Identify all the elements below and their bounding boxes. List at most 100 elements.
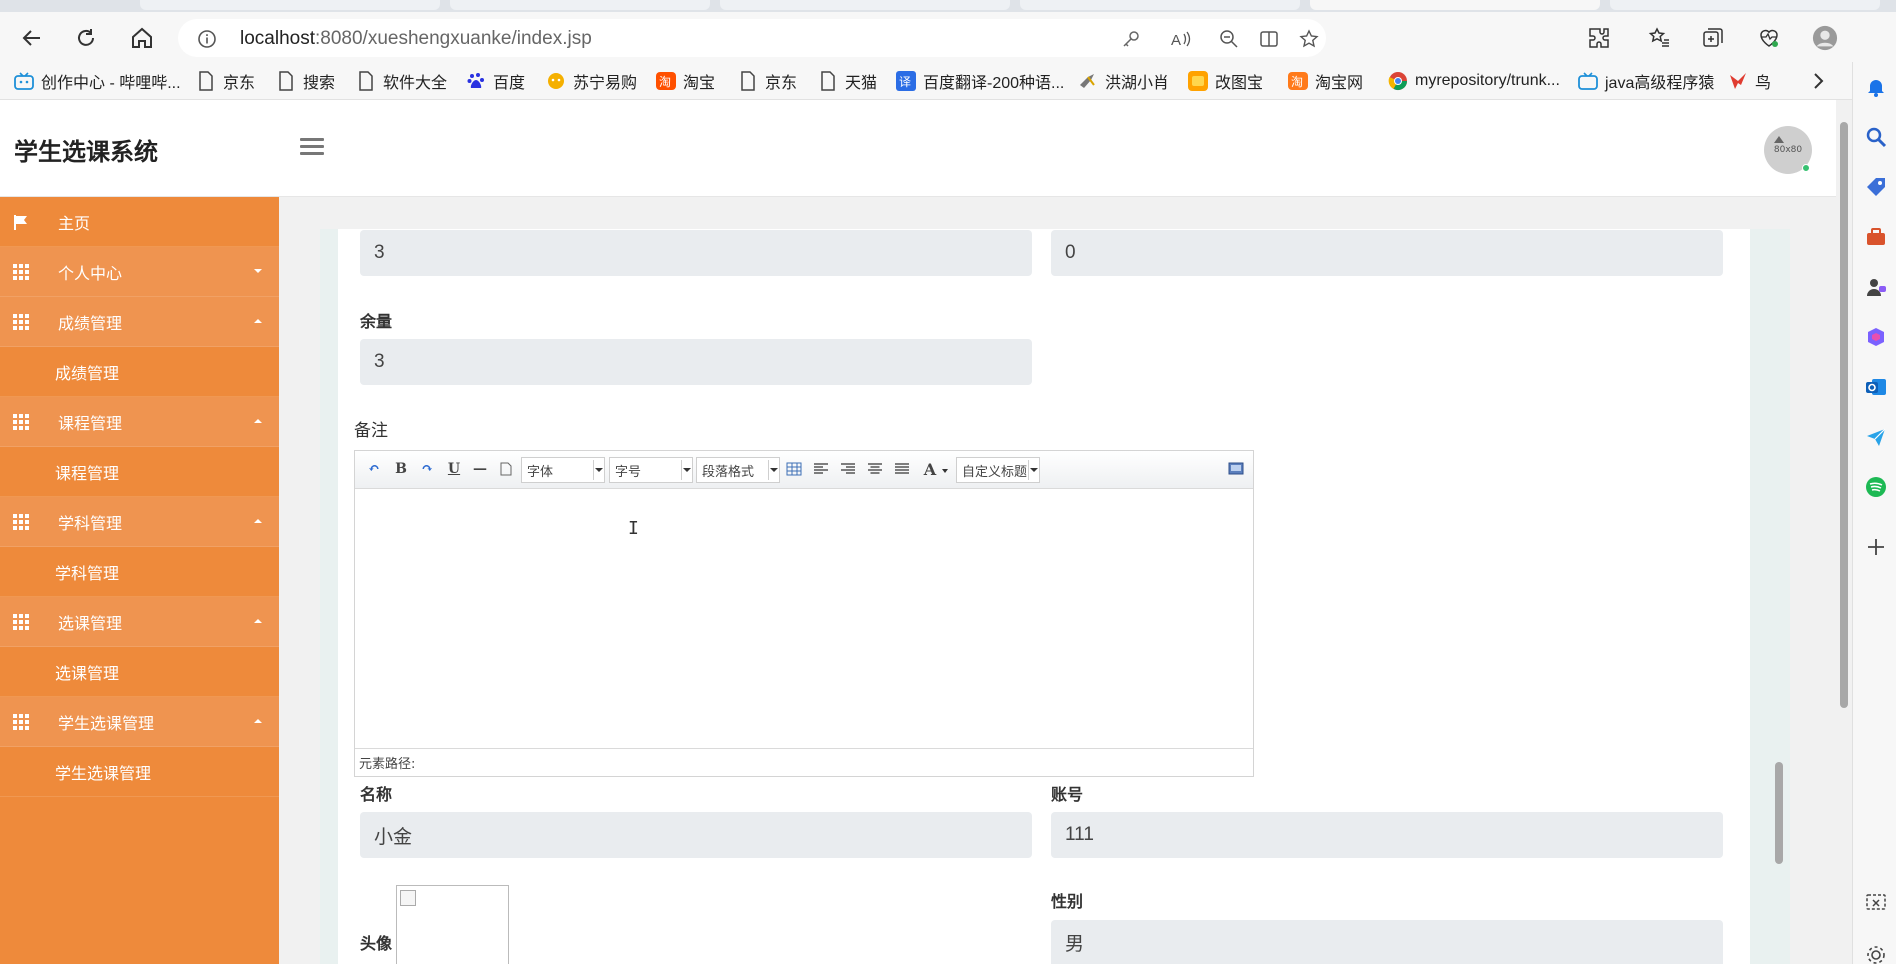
shopping-tag-icon[interactable] xyxy=(1865,176,1887,198)
fullscreen-icon[interactable] xyxy=(1227,460,1245,478)
bilibili-icon xyxy=(14,71,34,91)
caret-down-icon xyxy=(254,269,262,273)
undo-icon[interactable]: ↶ xyxy=(365,460,383,478)
sidebar-item-subjects[interactable]: 学科管理 xyxy=(0,497,279,547)
outlook-icon[interactable] xyxy=(1865,376,1887,398)
bookmark-item[interactable]: 洪湖小肖 xyxy=(1078,69,1169,93)
collections-icon[interactable] xyxy=(1700,25,1726,51)
sidebar-subitem-grades[interactable]: 成绩管理 xyxy=(0,347,279,397)
favorites-icon[interactable] xyxy=(1646,25,1672,51)
office-icon[interactable] xyxy=(1865,326,1887,348)
read-aloud-icon[interactable]: A xyxy=(1170,28,1192,50)
bookmark-item[interactable]: 京东 xyxy=(738,69,797,93)
bookmark-item[interactable]: 搜索 xyxy=(276,69,335,93)
capacity-field[interactable]: 3 xyxy=(360,230,1032,276)
health-heart-icon[interactable] xyxy=(1756,25,1782,51)
scrollbar-thumb[interactable] xyxy=(1840,122,1848,708)
add-icon[interactable] xyxy=(1865,536,1887,558)
games-icon[interactable] xyxy=(1865,276,1887,298)
notification-bell-icon[interactable] xyxy=(1865,76,1887,98)
tab[interactable] xyxy=(1610,0,1880,10)
bookmark-item[interactable]: 百度 xyxy=(466,69,525,93)
account-field[interactable]: 111 xyxy=(1051,812,1723,858)
bookmark-item[interactable]: java高级程序猿 xyxy=(1578,69,1714,93)
bookmark-item[interactable]: 软件大全 xyxy=(356,69,447,93)
font-family-select[interactable]: 字体 xyxy=(521,457,605,483)
taobao-icon: 淘 xyxy=(1288,71,1308,91)
avatar-image[interactable] xyxy=(396,885,509,964)
info-icon[interactable] xyxy=(196,28,218,50)
editor-content-area[interactable] xyxy=(355,490,1253,748)
bookmark-item[interactable]: 译百度翻译-200种语... xyxy=(896,69,1064,93)
send-icon[interactable] xyxy=(1865,426,1887,448)
sidebar-item-courses[interactable]: 课程管理 xyxy=(0,397,279,447)
sidebar-item-grades[interactable]: 成绩管理 xyxy=(0,297,279,347)
sidebar-subitem-selection[interactable]: 选课管理 xyxy=(0,647,279,697)
profile-icon[interactable] xyxy=(1812,25,1838,51)
home-icon xyxy=(132,27,152,48)
back-button[interactable] xyxy=(16,22,48,54)
field-value: 111 xyxy=(1065,824,1094,845)
table-icon[interactable] xyxy=(785,460,803,478)
paragraph-format-select[interactable]: 段落格式 xyxy=(696,457,780,483)
sidebar-item-selection[interactable]: 选课管理 xyxy=(0,597,279,647)
remaining-field[interactable]: 3 xyxy=(360,339,1032,385)
bookmark-item[interactable]: 改图宝 xyxy=(1188,69,1263,93)
bookmark-item[interactable]: 淘淘宝网 xyxy=(1288,69,1363,93)
paste-plain-icon[interactable] xyxy=(497,460,515,478)
scrollbar-thumb[interactable] xyxy=(1775,762,1783,864)
horizontal-rule-icon[interactable]: — xyxy=(471,460,489,478)
scroll-up-icon[interactable] xyxy=(1774,136,1784,143)
align-right-icon[interactable] xyxy=(839,460,857,478)
sidebar-item-personal-center[interactable]: 个人中心 xyxy=(0,247,279,297)
custom-heading-select[interactable]: 自定义标题 xyxy=(956,457,1040,483)
menu-toggle-icon[interactable] xyxy=(300,138,324,158)
settings-gear-icon[interactable] xyxy=(1865,944,1887,964)
chevron-down-icon[interactable] xyxy=(942,469,948,473)
bookmark-item[interactable]: 创作中心 - 哔哩哔... xyxy=(14,69,181,93)
align-center-icon[interactable] xyxy=(866,460,884,478)
bookmark-item[interactable]: 苏宁易购 xyxy=(546,69,637,93)
tab[interactable] xyxy=(140,0,440,10)
underline-button[interactable]: U xyxy=(445,460,463,478)
bookmark-item[interactable]: myrepository/trunk... xyxy=(1388,69,1560,93)
sidebar-item-student-selection[interactable]: 学生选课管理 xyxy=(0,697,279,747)
bookmark-item[interactable]: 京东 xyxy=(196,69,255,93)
zoom-out-icon[interactable] xyxy=(1218,28,1240,50)
redo-icon[interactable]: ↷ xyxy=(418,460,436,478)
content-scrollbar[interactable] xyxy=(1772,130,1786,864)
toolbox-icon[interactable] xyxy=(1865,226,1887,248)
address-bar[interactable]: localhost:8080/xueshengxuanke/index.jsp … xyxy=(178,19,1326,57)
page-scrollbar[interactable] xyxy=(1836,100,1852,964)
align-left-icon[interactable] xyxy=(812,460,830,478)
split-screen-icon[interactable] xyxy=(1258,28,1280,50)
bookmark-item[interactable]: 鸟 xyxy=(1728,69,1771,93)
refresh-button[interactable] xyxy=(70,22,102,54)
align-justify-icon[interactable] xyxy=(893,460,911,478)
font-color-icon[interactable]: A xyxy=(921,460,939,479)
name-field[interactable]: 小金 xyxy=(360,812,1032,858)
extensions-icon[interactable] xyxy=(1586,25,1612,51)
tab[interactable] xyxy=(1020,0,1300,10)
tab[interactable] xyxy=(720,0,1010,10)
sidebar-subitem-student-selection[interactable]: 学生选课管理 xyxy=(0,747,279,797)
search-icon[interactable] xyxy=(1865,126,1887,148)
home-button[interactable] xyxy=(126,22,158,54)
bookmark-item[interactable]: 天猫 xyxy=(818,69,877,93)
key-icon[interactable] xyxy=(1120,28,1142,50)
bookmarks-more-button[interactable] xyxy=(1808,69,1835,93)
tab-active[interactable] xyxy=(1310,0,1600,10)
sidebar-subitem-subjects[interactable]: 学科管理 xyxy=(0,547,279,597)
gender-field[interactable]: 男 xyxy=(1051,920,1723,964)
selected-count-field[interactable]: 0 xyxy=(1051,230,1723,276)
favorite-star-icon[interactable] xyxy=(1298,28,1320,50)
bookmark-item[interactable]: 淘淘宝 xyxy=(656,69,715,93)
sidebar-item-home[interactable]: 主页 xyxy=(0,197,279,247)
font-size-select[interactable]: 字号 xyxy=(609,457,693,483)
tab[interactable] xyxy=(450,0,710,10)
bold-button[interactable]: B xyxy=(392,460,410,478)
field-value: 3 xyxy=(374,351,385,372)
sidebar-subitem-courses[interactable]: 课程管理 xyxy=(0,447,279,497)
screenshot-icon[interactable] xyxy=(1865,892,1887,914)
spotify-icon[interactable] xyxy=(1865,476,1887,498)
